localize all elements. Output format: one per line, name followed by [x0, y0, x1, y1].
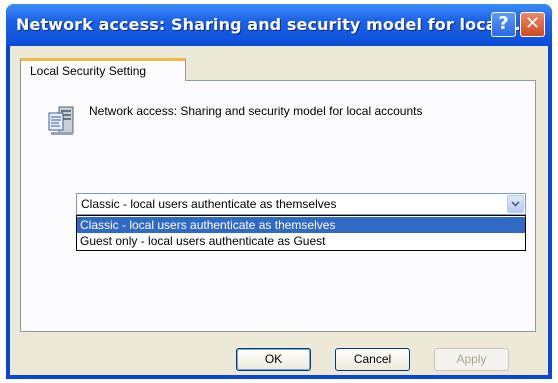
chevron-down-icon[interactable]	[507, 195, 524, 213]
help-button[interactable]: ?	[491, 12, 516, 37]
policy-server-icon	[47, 105, 77, 137]
dialog-body: Local Security Setting Network access: S…	[10, 46, 548, 375]
dropdown-list: Classic - local users authenticate as th…	[76, 215, 526, 251]
select-value: Classic - local users authenticate as th…	[81, 197, 337, 211]
dropdown-option-classic[interactable]: Classic - local users authenticate as th…	[77, 217, 525, 233]
model-select[interactable]: Classic - local users authenticate as th…	[76, 193, 526, 215]
tab-panel: Network access: Sharing and security mod…	[20, 80, 536, 332]
close-button[interactable]: ✕	[520, 12, 545, 37]
apply-button[interactable]: Apply	[434, 348, 509, 371]
policy-name: Network access: Sharing and security mod…	[89, 104, 423, 118]
tab-local-security-setting[interactable]: Local Security Setting	[20, 58, 186, 81]
dialog-window: Network access: Sharing and security mod…	[6, 4, 552, 379]
title-bar[interactable]: Network access: Sharing and security mod…	[6, 4, 552, 46]
cancel-button[interactable]: Cancel	[335, 348, 410, 371]
window-title: Network access: Sharing and security mod…	[16, 15, 521, 34]
dropdown-option-guest-only[interactable]: Guest only - local users authenticate as…	[77, 233, 525, 249]
ok-button[interactable]: OK	[236, 348, 311, 371]
